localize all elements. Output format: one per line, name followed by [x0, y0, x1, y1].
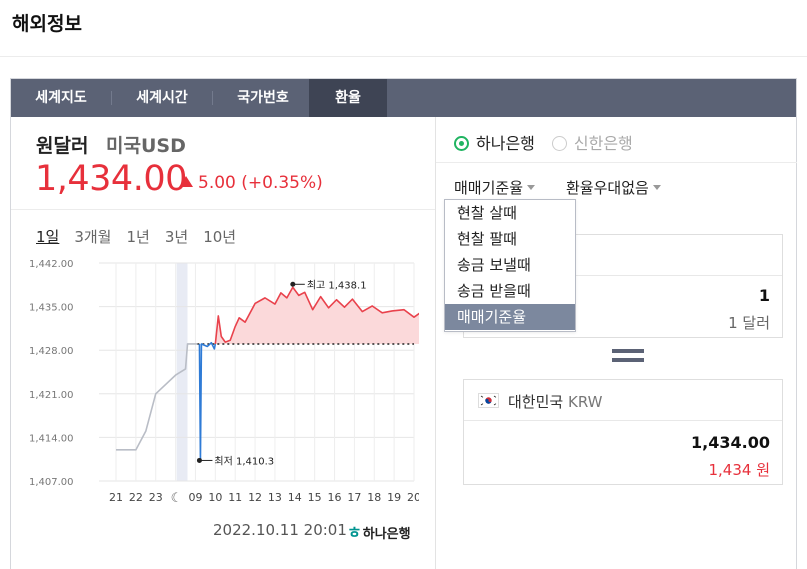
chevron-down-icon [527, 185, 536, 190]
hana-bank-logo-icon: ㅎ [347, 523, 362, 542]
exchange-widget: 세계지도 세계시간 국가번호 환율 원달러 미국USD 1,434.00 5.0… [10, 78, 797, 569]
x-tick-label: 19 [387, 491, 401, 504]
krw-country-name: 대한민국 [508, 393, 564, 411]
high-label: 최고 1,438.1 [307, 279, 367, 291]
rate-type-dropdown: 현찰 살때 현찰 팔때 송금 보낼때 송금 받을때 매매기준율 [444, 199, 576, 332]
series-line-1 [198, 341, 217, 462]
x-tick-label: 14 [288, 491, 302, 504]
y-tick-label: 1,442.00 [29, 259, 74, 270]
panel-divider [11, 209, 435, 210]
bank-logo-text: 하나은행 [362, 527, 411, 542]
x-tick-label: 18 [367, 491, 381, 504]
change-amount: 5.00 [198, 173, 236, 193]
rate-chart[interactable]: 1,442.00 1,435.00 1,428.00 1,421.00 1,414.00… [29, 255, 419, 517]
x-tick-label: 13 [268, 491, 282, 504]
krw-card-header[interactable]: 대한민국 KRW [464, 380, 782, 421]
usd-amount-input[interactable] [570, 286, 770, 305]
chart-datetime: 2022.10.11 20:01 [213, 521, 347, 539]
y-tick-label: 1,414.00 [29, 433, 74, 444]
period-1y[interactable]: 1년 [127, 226, 150, 247]
page-title: 해외정보 [12, 13, 82, 35]
x-tick-label: 09 [188, 491, 202, 504]
x-tick-label: 15 [308, 491, 322, 504]
y-tick-label: 1,435.00 [29, 303, 74, 314]
period-3y[interactable]: 3년 [165, 226, 188, 247]
change-percent: (+0.35%) [241, 173, 323, 193]
converter-panel: 하나은행 신한은행 매매기준율 환율우대없음 1 달러 [436, 117, 797, 569]
tab-exchange-rate[interactable]: 환율 [309, 79, 387, 117]
currency-pair-name: 원달러 [36, 135, 89, 157]
rate-change: 5.00 (+0.35%) [179, 173, 323, 193]
dropdown-option-remit-send[interactable]: 송금 보낼때 [445, 252, 575, 278]
tab-world-map[interactable]: 세계지도 [11, 79, 111, 117]
period-3m[interactable]: 3개월 [74, 226, 111, 247]
krw-amount: 1,434.00 [691, 433, 770, 452]
x-tick-label: 16 [328, 491, 342, 504]
bank-label-hana[interactable]: 하나은행 [476, 134, 535, 153]
krw-currency-code: KRW [567, 393, 603, 411]
series-area-fill [215, 287, 419, 344]
y-tick-label: 1,428.00 [29, 346, 74, 357]
tab-world-time[interactable]: 세계시간 [112, 79, 212, 117]
y-tick-label: 1,407.00 [29, 477, 74, 488]
krw-unit: 1,434 원 [708, 461, 770, 479]
preferential-select[interactable]: 환율우대없음 [566, 177, 661, 198]
dropdown-option-remit-receive[interactable]: 송금 받을때 [445, 278, 575, 304]
period-selector: 1일 3개월 1년 3년 10년 [36, 226, 251, 247]
tab-country-code[interactable]: 국가번호 [213, 79, 313, 117]
period-10y[interactable]: 10년 [203, 226, 236, 247]
dropdown-option-base-rate[interactable]: 매매기준율 [445, 304, 575, 330]
tab-bar: 세계지도 세계시간 국가번호 환율 [11, 79, 796, 117]
rate-type-select[interactable]: 매매기준율 [454, 177, 536, 198]
x-tick-label: 21 [109, 491, 123, 504]
krw-country: 대한민국 KRW [508, 391, 602, 412]
usd-unit: 1 달러 [728, 314, 770, 332]
low-label: 최저 1,410.3 [214, 455, 274, 467]
x-tick-label: 10 [208, 491, 222, 504]
currency-pair-country: 미국USD [106, 135, 186, 157]
bank-label-shinhan[interactable]: 신한은행 [574, 134, 633, 153]
korea-flag-icon [478, 393, 499, 408]
bank-logo: ㅎ하나은행 [347, 519, 411, 543]
dropdown-option-cash-buy[interactable]: 현찰 살때 [445, 200, 575, 226]
moon-icon: ☾ [171, 491, 183, 506]
rate-panel: 원달러 미국USD 1,434.00 5.00 (+0.35%) 1일 3개월 1년… [11, 117, 435, 569]
preferential-value: 환율우대없음 [566, 179, 649, 197]
x-tick-label: 17 [347, 491, 361, 504]
title-divider [0, 56, 807, 57]
x-tick-label: 11 [228, 491, 242, 504]
equals-icon [612, 348, 644, 364]
x-tick-label: 22 [129, 491, 143, 504]
x-tick-label: 23 [149, 491, 163, 504]
current-rate: 1,434.00 [35, 159, 187, 199]
bank-selector: 하나은행 신한은행 [454, 130, 650, 154]
chevron-down-icon [652, 185, 661, 190]
y-tick-label: 1,421.00 [29, 390, 74, 401]
converter-divider [436, 162, 797, 163]
x-tick-label: 12 [248, 491, 262, 504]
dropdown-option-cash-sell[interactable]: 현찰 팔때 [445, 226, 575, 252]
x-tick-label: 20 [407, 491, 419, 504]
krw-card: 대한민국 KRW 1,434.00 1,434 원 [463, 379, 783, 485]
bank-radio-shinhan[interactable] [551, 136, 567, 151]
bank-radio-hana[interactable] [454, 136, 469, 151]
up-triangle-icon [179, 176, 193, 187]
period-1d[interactable]: 1일 [36, 226, 59, 247]
rate-type-value: 매매기준율 [454, 179, 524, 197]
